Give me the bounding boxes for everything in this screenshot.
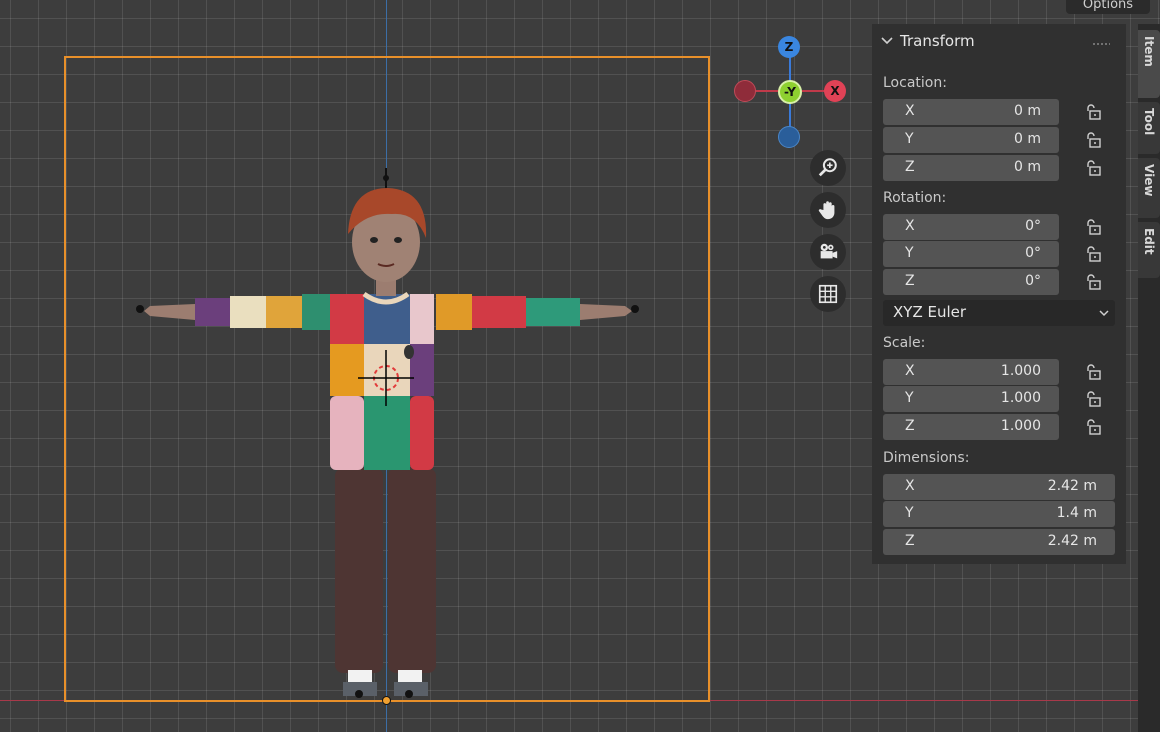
location-x-field[interactable]: X 0 m — [883, 99, 1059, 125]
3d-viewport[interactable]: Z -Y X Options Transform Location: X 0 m … — [0, 0, 1160, 732]
world-origin-dot — [382, 696, 391, 705]
field-value: 2.42 m — [1047, 478, 1097, 494]
sidebar-panel: Transform Location: X 0 m Y 0 m Z 0 m Rotat… — [872, 24, 1126, 564]
scale-label: Scale: — [883, 335, 926, 351]
location-y-field[interactable]: Y 0 m — [883, 127, 1059, 153]
axis-label: Y — [905, 505, 914, 521]
field-value: 1.000 — [1000, 418, 1041, 434]
axis-label: Z — [905, 533, 915, 549]
drag-grip-icon[interactable] — [1092, 42, 1110, 47]
options-dropdown[interactable]: Options — [1066, 0, 1150, 14]
axis-label: X — [905, 363, 915, 379]
zoom-button[interactable] — [810, 150, 846, 186]
axis-label: X — [905, 103, 915, 119]
axis-label: Y — [905, 390, 914, 406]
axis-label: Z — [905, 418, 915, 434]
zoom-icon — [818, 158, 837, 177]
unlock-icon[interactable] — [1084, 273, 1102, 291]
unlock-icon[interactable] — [1084, 245, 1102, 263]
gizmo-z-axis[interactable]: Z — [778, 36, 800, 58]
panel-title: Transform — [900, 32, 975, 50]
transform-panel-header[interactable]: Transform — [872, 32, 1126, 54]
unlock-icon[interactable] — [1084, 103, 1102, 121]
rotation-x-field[interactable]: X 0° — [883, 214, 1059, 240]
field-value: 1.4 m — [1056, 505, 1097, 521]
field-value: 0 m — [1014, 131, 1041, 147]
axis-label: Z — [905, 273, 915, 289]
field-value: 0° — [1025, 273, 1041, 289]
camera-icon — [820, 243, 838, 259]
unlock-icon[interactable] — [1084, 131, 1102, 149]
field-value: 0 m — [1014, 159, 1041, 175]
sidebar-tabs: Item Tool View Edit — [1138, 24, 1160, 732]
tab-label: Tool — [1142, 108, 1156, 136]
unlock-icon[interactable] — [1084, 218, 1102, 236]
scale-y-field[interactable]: Y 1.000 — [883, 386, 1059, 412]
camera-view-button[interactable] — [810, 234, 846, 270]
rotation-label: Rotation: — [883, 190, 947, 206]
navigation-gizmo[interactable]: Z -Y X — [730, 32, 852, 150]
tab-label: Edit — [1142, 228, 1156, 255]
chevron-down-icon — [881, 37, 893, 45]
chevron-down-icon — [1099, 310, 1109, 317]
field-value: 1.000 — [1000, 363, 1041, 379]
axis-label: X — [905, 478, 915, 494]
dimensions-y-field[interactable]: Y 1.4 m — [883, 501, 1115, 527]
dimensions-label: Dimensions: — [883, 450, 970, 466]
tab-tool[interactable]: Tool — [1138, 102, 1160, 154]
rotation-mode-select[interactable]: XYZ Euler — [883, 300, 1115, 326]
scale-z-field[interactable]: Z 1.000 — [883, 414, 1059, 440]
tab-label: View — [1142, 164, 1156, 197]
dimensions-z-field[interactable]: Z 2.42 m — [883, 529, 1115, 555]
axis-label: X — [905, 218, 915, 234]
field-value: 0° — [1025, 245, 1041, 261]
grid-icon — [818, 284, 838, 304]
field-value: 2.42 m — [1047, 533, 1097, 549]
character-model[interactable] — [130, 168, 650, 708]
tab-edit[interactable]: Edit — [1138, 222, 1160, 278]
rotation-y-field[interactable]: Y 0° — [883, 241, 1059, 267]
tab-view[interactable]: View — [1138, 158, 1160, 218]
rotation-mode-value: XYZ Euler — [893, 303, 967, 321]
hand-icon — [818, 201, 835, 220]
gizmo-neg-z-axis[interactable] — [778, 126, 800, 148]
pan-button[interactable] — [810, 192, 846, 228]
axis-label: Y — [905, 131, 914, 147]
axis-label: Z — [905, 159, 915, 175]
field-value: 0° — [1025, 218, 1041, 234]
location-label: Location: — [883, 75, 947, 91]
unlock-icon[interactable] — [1084, 159, 1102, 177]
unlock-icon[interactable] — [1084, 418, 1102, 436]
tab-item[interactable]: Item — [1138, 30, 1160, 98]
rotation-z-field[interactable]: Z 0° — [883, 269, 1059, 295]
unlock-icon[interactable] — [1084, 363, 1102, 381]
gizmo-neg-x-axis[interactable] — [734, 80, 756, 102]
gizmo-x-axis[interactable]: X — [824, 80, 846, 102]
gizmo-neg-y-axis[interactable]: -Y — [778, 80, 802, 104]
unlock-icon[interactable] — [1084, 390, 1102, 408]
axis-label: Y — [905, 245, 914, 261]
field-value: 0 m — [1014, 103, 1041, 119]
scale-x-field[interactable]: X 1.000 — [883, 359, 1059, 385]
dimensions-x-field[interactable]: X 2.42 m — [883, 474, 1115, 500]
field-value: 1.000 — [1000, 390, 1041, 406]
tab-label: Item — [1142, 36, 1156, 67]
ortho-toggle-button[interactable] — [810, 276, 846, 312]
location-z-field[interactable]: Z 0 m — [883, 155, 1059, 181]
